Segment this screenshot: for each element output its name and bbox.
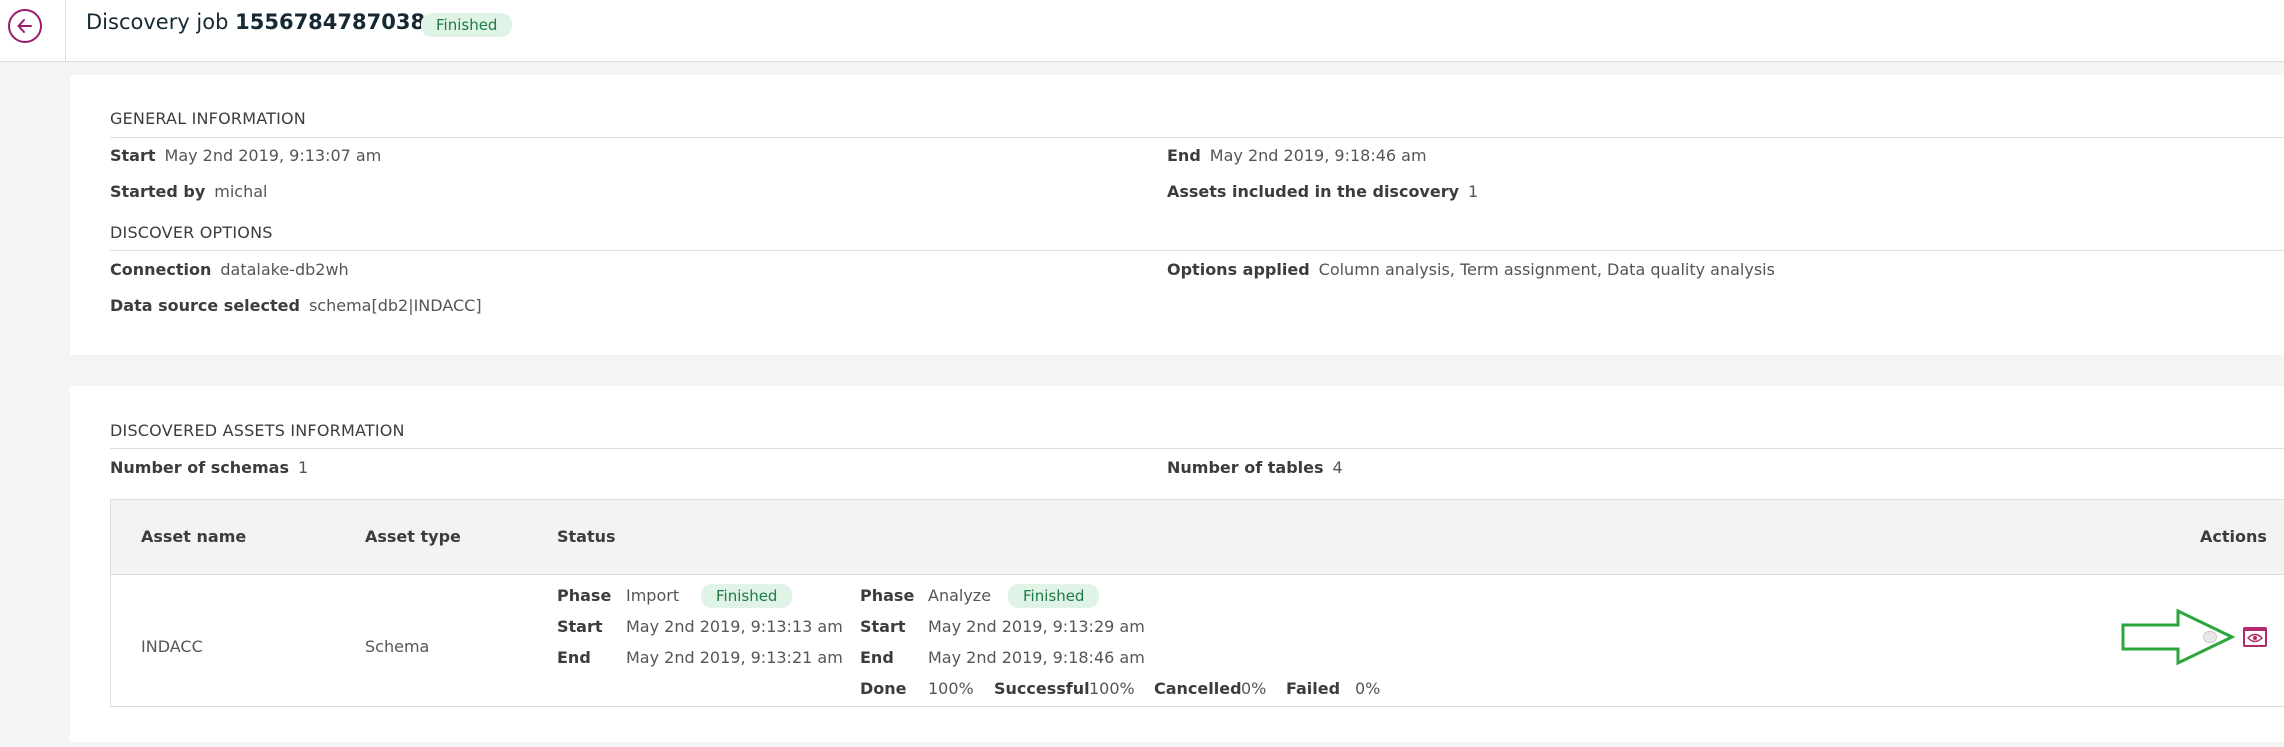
cancelled-label: Cancelled [1154, 679, 1242, 698]
import-start-value: May 2nd 2019, 9:13:13 am [626, 617, 843, 636]
import-end-value: May 2nd 2019, 9:13:21 am [626, 648, 843, 667]
options-applied-field: Options applied Column analysis, Term ass… [1167, 260, 1775, 279]
start-label: Start [110, 146, 156, 165]
assets-included-field: Assets included in the discovery 1 [1167, 182, 1478, 201]
cancelled-value: 0% [1241, 679, 1267, 698]
analyze-start-label: Start [860, 617, 906, 636]
end-label: End [1167, 146, 1201, 165]
number-of-tables-field: Number of tables 4 [1167, 458, 1343, 477]
failed-value: 0% [1355, 679, 1381, 698]
end-value: May 2nd 2019, 9:18:46 am [1209, 146, 1427, 165]
eye-icon [2247, 633, 2263, 643]
failed-label: Failed [1286, 679, 1341, 698]
assets-included-value: 1 [1468, 182, 1479, 201]
column-header-asset-type[interactable]: Asset type [365, 527, 461, 546]
toggle-icon[interactable] [2203, 631, 2217, 643]
successful-label: Successful [994, 679, 1090, 698]
start-field: Start May 2nd 2019, 9:13:07 am [110, 146, 381, 165]
started-by-field: Started by michal [110, 182, 267, 201]
assets-table: Asset name Asset type Status Actions IND… [110, 499, 2284, 707]
tables-value: 4 [1332, 458, 1343, 477]
section-divider [110, 137, 2284, 138]
analyze-phase-label: Phase [860, 586, 915, 605]
analyze-phase-name: Analyze [928, 586, 992, 605]
options-applied-label: Options applied [1167, 260, 1310, 279]
started-by-value: michal [214, 182, 268, 201]
data-source-field: Data source selected schema[db2|INDACC] [110, 296, 482, 315]
import-phase-name: Import [626, 586, 680, 605]
schemas-label: Number of schemas [110, 458, 289, 477]
page-header: Discovery job 1556784787038 Finished [0, 0, 2284, 62]
tables-label: Number of tables [1167, 458, 1324, 477]
view-details-icon[interactable] [2243, 627, 2267, 647]
analyze-end-label: End [860, 648, 894, 667]
assets-included-label: Assets included in the discovery [1167, 182, 1460, 201]
connection-value: datalake-db2wh [220, 260, 349, 279]
section-divider [110, 448, 2284, 449]
connection-field: Connection datalake-db2wh [110, 260, 349, 279]
discovered-assets-heading: DISCOVERED ASSETS INFORMATION [110, 421, 405, 440]
job-status-badge: Finished [421, 13, 513, 37]
asset-name-cell[interactable]: INDACC [141, 637, 203, 656]
start-value: May 2nd 2019, 9:13:07 am [164, 146, 382, 165]
analyze-status-badge: Finished [1008, 584, 1100, 608]
section-divider [110, 250, 2284, 251]
data-source-label: Data source selected [110, 296, 300, 315]
data-source-value: schema[db2|INDACC] [308, 296, 482, 315]
done-value: 100% [928, 679, 974, 698]
arrow-left-icon [17, 19, 32, 33]
discovered-assets-card: DISCOVERED ASSETS INFORMATION Number of … [70, 386, 2284, 742]
column-header-status[interactable]: Status [557, 527, 616, 546]
started-by-label: Started by [110, 182, 206, 201]
back-button[interactable] [8, 9, 42, 43]
schemas-value: 1 [297, 458, 309, 477]
end-field: End May 2nd 2019, 9:18:46 am [1167, 146, 1427, 165]
column-header-asset-name[interactable]: Asset name [141, 527, 246, 546]
job-id: 1556784787038 [235, 10, 426, 34]
analyze-start-value: May 2nd 2019, 9:13:29 am [928, 617, 1145, 636]
header-divider [65, 0, 66, 61]
page-title: Discovery job 1556784787038 [86, 10, 425, 34]
asset-type-cell: Schema [365, 637, 430, 656]
number-of-schemas-field: Number of schemas 1 [110, 458, 308, 477]
done-label: Done [860, 679, 907, 698]
import-status-badge: Finished [701, 584, 793, 608]
import-end-label: End [557, 648, 591, 667]
import-start-label: Start [557, 617, 603, 636]
successful-value: 100% [1089, 679, 1135, 698]
job-details-card: GENERAL INFORMATION Start May 2nd 2019, 9… [70, 75, 2284, 355]
general-information-heading: GENERAL INFORMATION [110, 109, 306, 128]
connection-label: Connection [110, 260, 212, 279]
green-arrow-icon [2121, 608, 2236, 666]
options-applied-value: Column analysis, Term assignment, Data q… [1318, 260, 1775, 279]
title-prefix: Discovery job [86, 10, 229, 34]
table-header: Asset name Asset type Status Actions [111, 500, 2284, 575]
import-phase-label: Phase [557, 586, 612, 605]
analyze-end-value: May 2nd 2019, 9:18:46 am [928, 648, 1145, 667]
column-header-actions: Actions [2200, 527, 2267, 546]
discover-options-heading: DISCOVER OPTIONS [110, 223, 273, 242]
